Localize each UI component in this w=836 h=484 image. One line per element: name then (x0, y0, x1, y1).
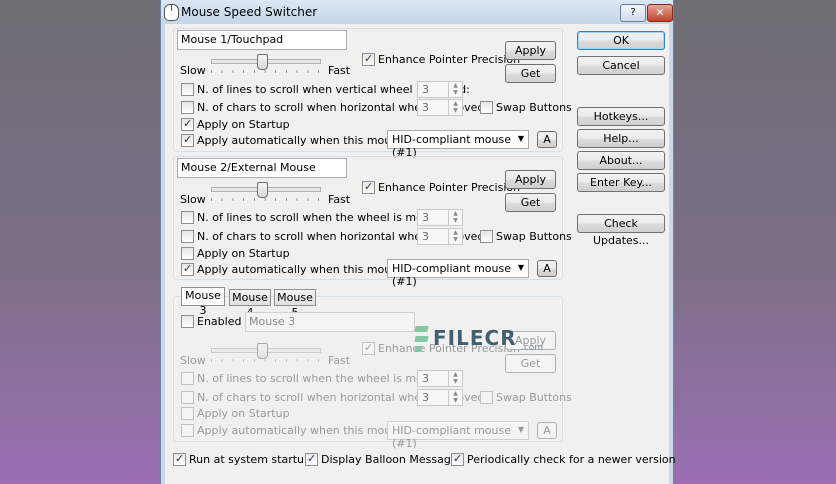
title-bar[interactable]: Mouse Speed Switcher ? ✕ (161, 0, 673, 24)
chevron-down-icon: ▼ (517, 263, 524, 272)
mouse-tabs: Mouse 3 Mouse 4 Mouse 5 (181, 287, 341, 319)
main-window: Mouse Speed Switcher ? ✕ Mouse 1/Touchpa… (160, 0, 676, 484)
ok-button[interactable]: OK (577, 31, 665, 50)
slider-thumb[interactable] (257, 182, 268, 198)
tab-mouse4[interactable]: Mouse 4 (229, 289, 271, 319)
window-title: Mouse Speed Switcher (181, 5, 318, 19)
chevron-down-icon: ▼ (517, 134, 524, 143)
mouse2-fast-label: Fast (328, 193, 351, 206)
mouse2-name-field[interactable]: Mouse 2/External Mouse (177, 158, 347, 178)
mouse2-device-select[interactable]: HID-compliant mouse (#1) ▼ (387, 259, 529, 288)
filecr-logo-icon (414, 326, 429, 352)
mouse3-get-button[interactable]: Get (505, 354, 556, 373)
mouse3-a-button[interactable]: A (537, 422, 557, 439)
mouse2-apply-button[interactable]: Apply (505, 170, 556, 189)
mouse1-a-button[interactable]: A (537, 131, 557, 148)
mouse1-chars-spinner[interactable]: 3 ▲ ▼ (417, 99, 463, 116)
mouse1-apply-button[interactable]: Apply (505, 41, 556, 60)
mouse2-lines-spinner[interactable]: 3 ▲ ▼ (417, 209, 463, 226)
dialog-client: Mouse 1/Touchpad Slow Fast Enhance Point… (165, 24, 676, 484)
mouse2-chars-spinner[interactable]: 3 ▲ ▼ (417, 228, 463, 245)
mouse1-speed-slider[interactable] (211, 54, 321, 76)
slider-thumb[interactable] (257, 54, 268, 70)
help-title-button[interactable]: ? (620, 4, 646, 22)
mouse1-lines-spinner[interactable]: 3 ▲ ▼ (417, 81, 463, 98)
mouse1-name-field[interactable]: Mouse 1/Touchpad (177, 30, 347, 50)
tab-mouse3[interactable]: Mouse 3 (181, 287, 225, 317)
mouse3-chars-spinner[interactable]: 3 ▲ ▼ (417, 389, 463, 406)
mouse3-fast-label: Fast (328, 354, 351, 367)
cancel-button[interactable]: Cancel (577, 56, 665, 75)
close-button[interactable]: ✕ (647, 4, 673, 22)
mouse-app-icon (164, 4, 179, 21)
hotkeys-button[interactable]: Hotkeys... (577, 107, 665, 126)
mouse2-slow-label: Slow (180, 193, 206, 206)
chevron-down-icon: ▼ (517, 425, 524, 434)
mouse3-speed-slider[interactable] (211, 343, 321, 365)
mouse3-device-select[interactable]: HID-compliant mouse (#1) ▼ (387, 421, 529, 450)
about-button[interactable]: About... (577, 151, 665, 170)
mouse1-get-button[interactable]: Get (505, 64, 556, 83)
mouse3-name-field[interactable]: Mouse 3 (245, 312, 415, 332)
help-button[interactable]: Help... (577, 129, 665, 148)
tab-mouse5[interactable]: Mouse 5 (274, 289, 316, 319)
mouse1-device-select[interactable]: HID-compliant mouse (#1) ▼ (387, 130, 529, 159)
mouse1-fast-label: Fast (328, 64, 351, 77)
slider-thumb[interactable] (257, 343, 268, 359)
mouse3-slow-label: Slow (180, 354, 206, 367)
watermark-text: FILECR (433, 326, 517, 350)
mouse2-speed-slider[interactable] (211, 182, 321, 204)
check-updates-button[interactable]: Check Updates... (577, 214, 665, 247)
mouse2-get-button[interactable]: Get (505, 193, 556, 212)
mouse1-slow-label: Slow (180, 64, 206, 77)
watermark-sub: .com (521, 343, 544, 353)
mouse3-lines-spinner[interactable]: 3 ▲ ▼ (417, 370, 463, 387)
enter-key-button[interactable]: Enter Key... (577, 173, 665, 192)
mouse2-a-button[interactable]: A (537, 260, 557, 277)
